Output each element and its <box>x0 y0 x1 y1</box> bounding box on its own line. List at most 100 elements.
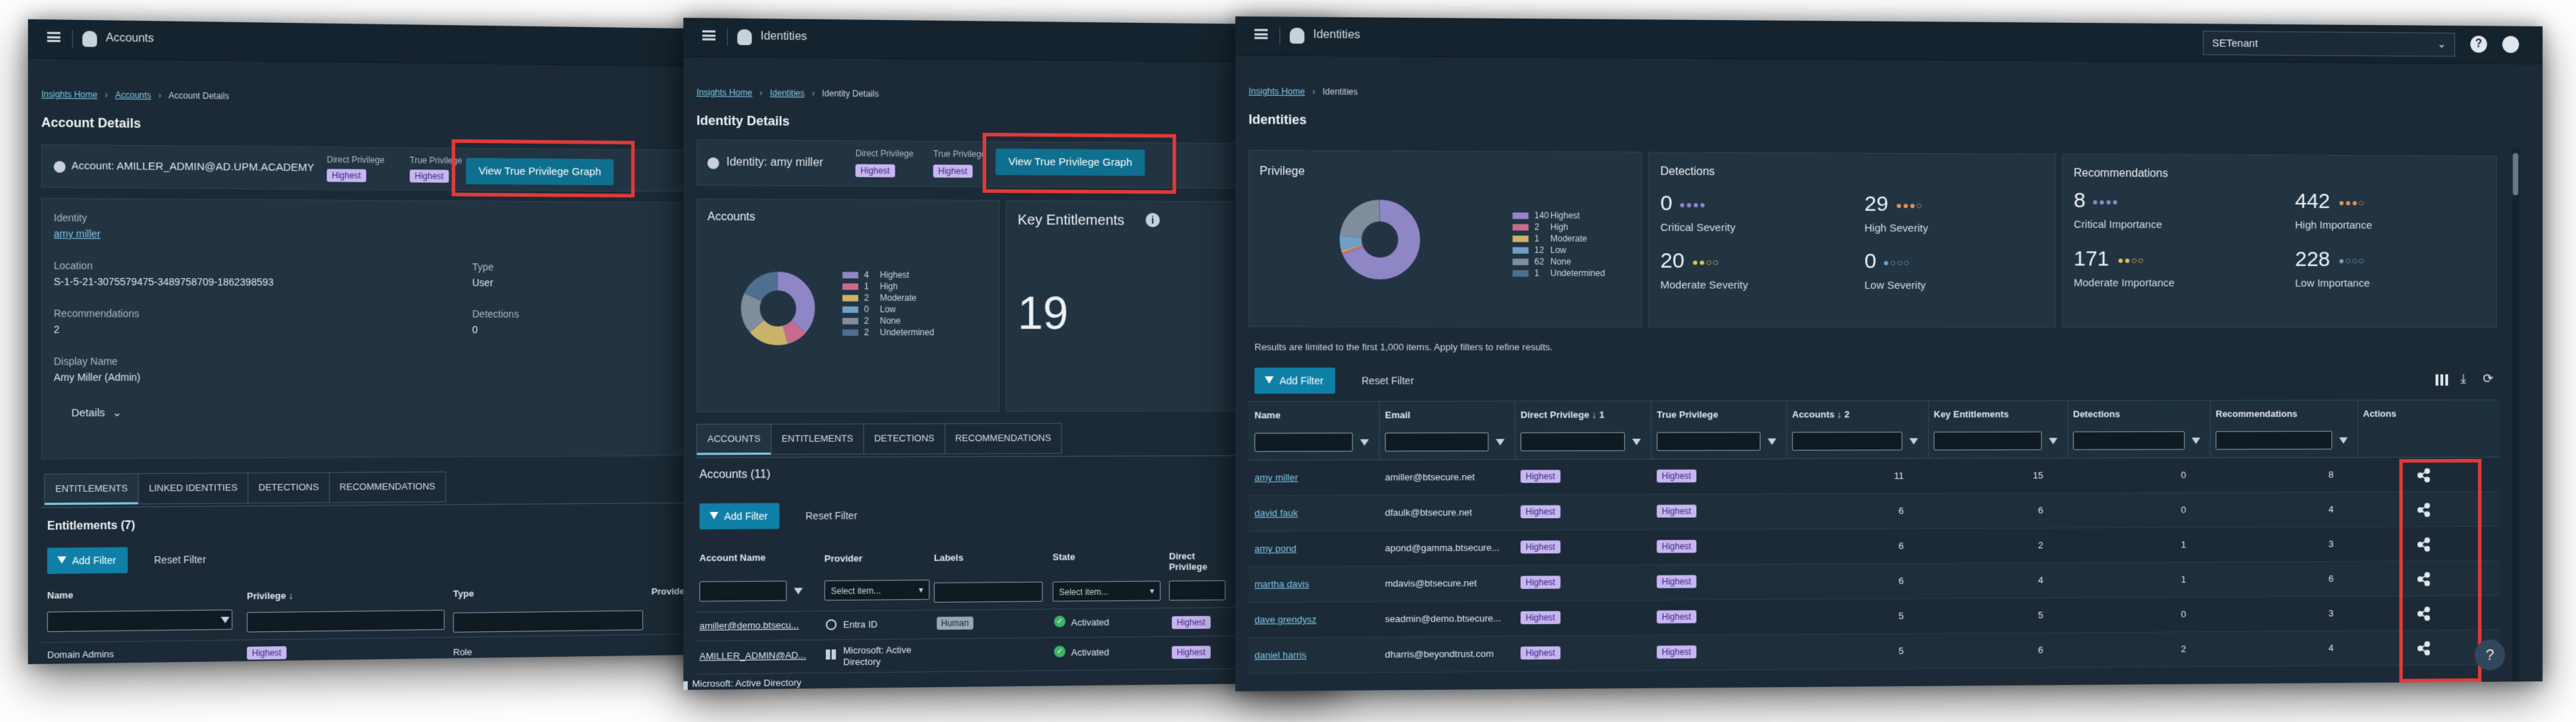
col-account-name[interactable]: Account Name <box>699 552 766 563</box>
identity-name-link[interactable]: dave grendysz <box>1254 614 1317 625</box>
recommendations-filter-input[interactable] <box>2216 430 2333 450</box>
name-filter-input[interactable] <box>1254 432 1353 452</box>
email-filter-input[interactable] <box>1385 432 1489 452</box>
funnel-icon[interactable] <box>1360 439 1370 446</box>
provider-filter-select[interactable]: Select item... ▾ <box>824 579 930 601</box>
add-filter-label: Add Filter <box>724 510 768 523</box>
add-filter-button[interactable]: Add Filter <box>1254 367 1335 394</box>
recommendation-label: Low Importance <box>2295 277 2370 290</box>
col-labels[interactable]: Labels <box>934 552 963 563</box>
display-name-label: Display Name <box>54 355 118 367</box>
filter-icon <box>1264 376 1274 384</box>
user-avatar-icon[interactable] <box>2502 36 2520 54</box>
scrollbar[interactable] <box>2512 149 2520 682</box>
funnel-icon[interactable] <box>2048 437 2058 445</box>
identity-name-link[interactable]: amy pond <box>1254 543 1297 554</box>
info-icon[interactable]: i <box>1145 212 1160 227</box>
scrollbar-thumb[interactable] <box>2512 153 2519 196</box>
detections-count: 0 <box>2181 504 2186 515</box>
tab-linked-identities[interactable]: LINKED IDENTITIES <box>137 473 249 505</box>
type-filter-input[interactable] <box>453 610 644 633</box>
privilege-filter-input[interactable] <box>247 610 445 633</box>
accounts-filter-input[interactable] <box>1791 431 1902 451</box>
funnel-icon[interactable] <box>2339 437 2348 444</box>
reset-filter-button[interactable]: Reset Filter <box>805 510 857 521</box>
col-true-privilege[interactable]: True Privilege <box>1657 409 1719 420</box>
hamburger-icon[interactable] <box>46 31 61 42</box>
reset-filter-button[interactable]: Reset Filter <box>154 553 206 565</box>
funnel-icon[interactable] <box>1767 438 1776 445</box>
col-recommendations[interactable]: Recommendations <box>2216 408 2297 419</box>
hamburger-icon[interactable] <box>702 30 716 41</box>
help-chat-icon[interactable]: ? <box>2474 639 2505 671</box>
hamburger-icon[interactable] <box>1254 29 1268 39</box>
columns-icon[interactable] <box>2435 374 2449 386</box>
col-direct-privilege[interactable]: Direct Privilege ↓ 1 <box>1520 410 1604 420</box>
direct-privilege-badge: Highest <box>326 169 366 182</box>
col-actions[interactable]: Actions <box>2363 408 2396 419</box>
col-direct-privilege[interactable]: Direct Privilege <box>1169 550 1226 572</box>
funnel-icon[interactable] <box>794 588 803 595</box>
tab-recommendations[interactable]: RECOMMENDATIONS <box>944 422 1062 455</box>
col-name[interactable]: Name <box>1254 410 1280 420</box>
funnel-icon[interactable] <box>1909 437 1918 445</box>
col-provider[interactable]: Provider <box>652 585 688 596</box>
direct-privilege-filter-input[interactable] <box>1169 580 1226 601</box>
table-row-account-name[interactable]: AMILLER_ADMIN@AD... <box>699 650 816 662</box>
funnel-icon[interactable] <box>220 616 230 623</box>
tenant-select[interactable]: SETenant ⌄ <box>2203 31 2455 57</box>
labels-filter-input[interactable] <box>933 581 1043 603</box>
tab-entitlements[interactable]: ENTITLEMENTS <box>770 423 865 455</box>
col-state[interactable]: State <box>1053 551 1076 562</box>
breadcrumb-insights-home[interactable]: Insights Home <box>1249 86 1305 97</box>
recommendations-count: 6 <box>2328 573 2334 584</box>
col-email[interactable]: Email <box>1385 410 1410 420</box>
add-filter-button[interactable]: Add Filter <box>699 503 780 530</box>
col-name[interactable]: Name <box>47 590 73 601</box>
identity-link[interactable]: amy miller <box>54 228 100 240</box>
refresh-icon[interactable]: ⟳ <box>2483 372 2494 387</box>
col-type[interactable]: Type <box>453 588 474 599</box>
tab-detections[interactable]: DETECTIONS <box>863 423 945 455</box>
detections-filter-input[interactable] <box>2073 431 2185 450</box>
table-row-account-name[interactable]: amiller@demo.btsecu... <box>699 619 816 631</box>
add-filter-button[interactable]: Add Filter <box>46 547 128 574</box>
name-filter-input[interactable] <box>46 609 232 633</box>
true-privilege-filter-input[interactable] <box>1656 432 1761 451</box>
table-row-direct-privilege: Highest <box>1171 646 1211 659</box>
help-icon[interactable]: ? <box>2470 35 2487 53</box>
breadcrumb-identities[interactable]: Identities <box>770 88 805 99</box>
tab-entitlements[interactable]: ENTITLEMENTS <box>44 473 139 505</box>
funnel-icon[interactable] <box>2191 437 2201 445</box>
email-cell: mdavis@btsecure.net <box>1385 577 1478 589</box>
breadcrumb-insights-home[interactable]: Insights Home <box>41 89 98 100</box>
col-detections[interactable]: Detections <box>2073 409 2120 420</box>
identity-name-link[interactable]: martha davis <box>1254 578 1309 590</box>
identity-name-link[interactable]: daniel harris <box>1254 650 1307 661</box>
breadcrumb-insights-home[interactable]: Insights Home <box>697 87 752 98</box>
legend-count: 62 <box>1534 256 1545 267</box>
details-toggle[interactable]: Details ⌄ <box>72 406 122 419</box>
col-accounts[interactable]: Accounts ↓ 2 <box>1792 409 1849 420</box>
legend-label: None <box>1550 256 1571 267</box>
identity-name-link[interactable]: david fauk <box>1254 508 1298 518</box>
tab-accounts[interactable]: ACCOUNTS <box>696 423 772 455</box>
tab-recommendations[interactable]: RECOMMENDATIONS <box>328 471 446 503</box>
funnel-icon[interactable] <box>1632 438 1641 445</box>
identity-name-link[interactable]: amy miller <box>1254 472 1298 483</box>
direct-privilege-filter-input[interactable] <box>1520 432 1626 452</box>
col-privilege[interactable]: Privilege ↓ <box>247 590 293 601</box>
key-entitlements-filter-input[interactable] <box>1933 431 2042 450</box>
reset-filter-button[interactable]: Reset Filter <box>1362 375 1414 386</box>
funnel-icon[interactable] <box>1495 439 1505 446</box>
table-row-name: Domain Admins <box>46 648 114 661</box>
chevron-down-icon: ▾ <box>1149 585 1154 596</box>
download-icon[interactable]: ⤓ <box>2461 372 2467 387</box>
state-filter-select[interactable]: Select item... ▾ <box>1052 580 1161 602</box>
email-cell: seadmin@demo.btsecure... <box>1385 613 1501 625</box>
tab-detections[interactable]: DETECTIONS <box>247 472 330 504</box>
col-provider[interactable]: Provider <box>825 553 862 563</box>
account-name-filter-input[interactable] <box>699 580 787 602</box>
breadcrumb-accounts[interactable]: Accounts <box>115 90 151 101</box>
col-key-entitlements[interactable]: Key Entitlements <box>1934 409 2009 420</box>
